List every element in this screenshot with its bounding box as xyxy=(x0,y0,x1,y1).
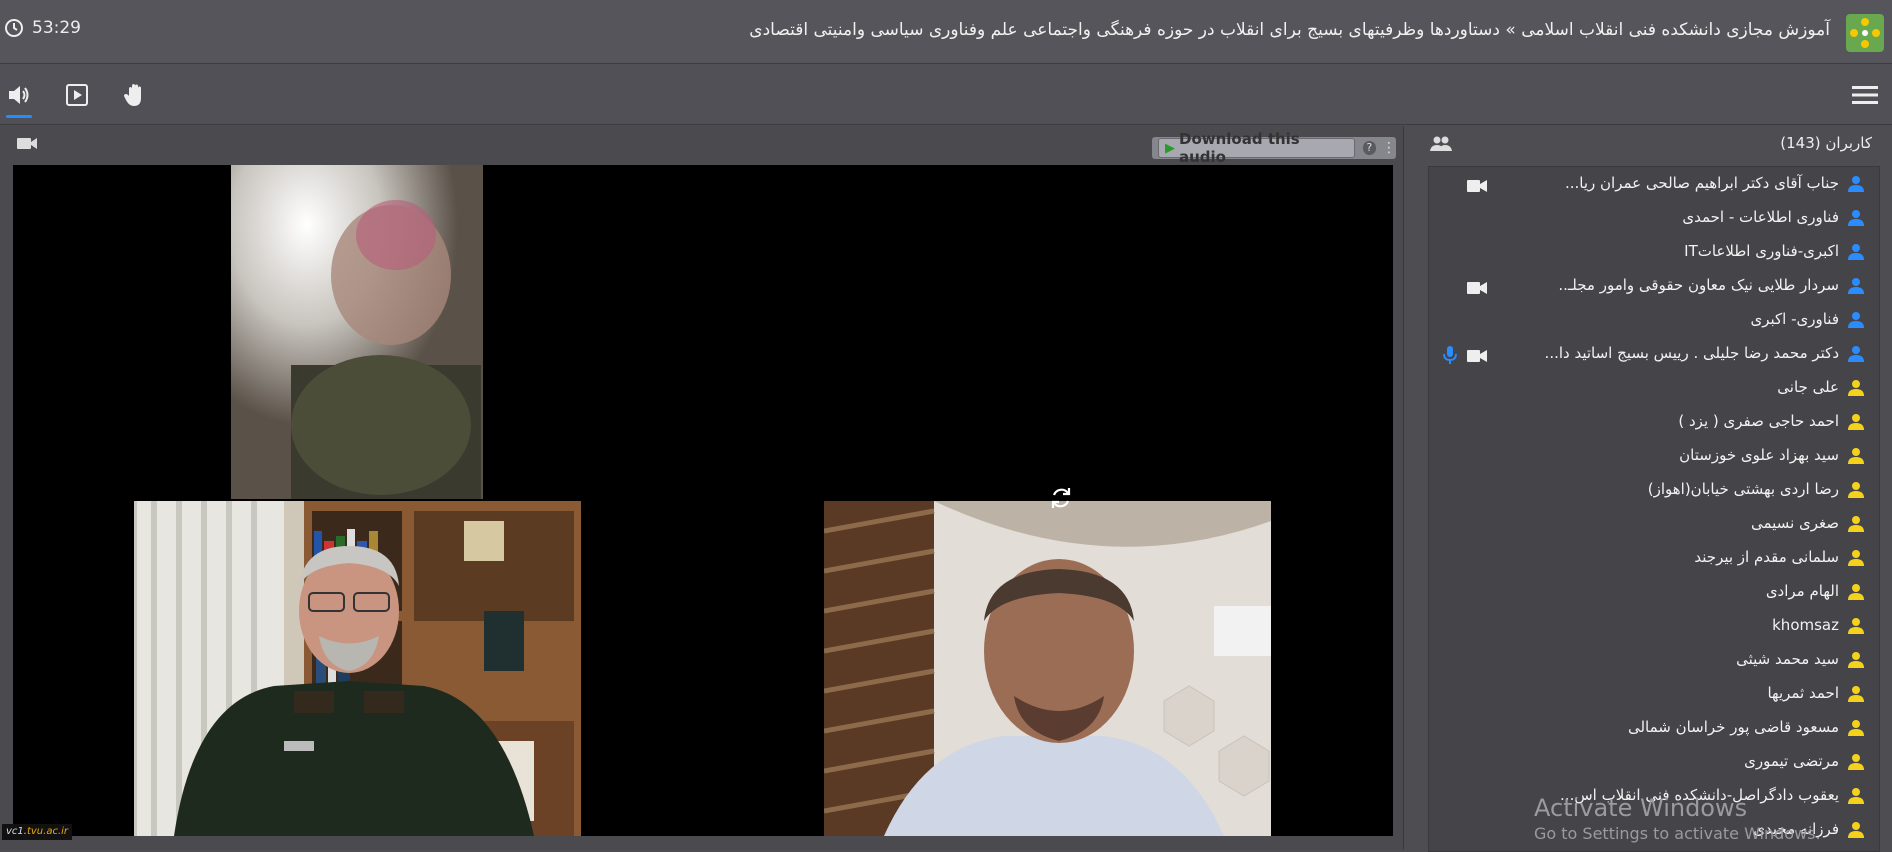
user-row[interactable]: فناوری- اکبری xyxy=(1429,303,1879,337)
user-row[interactable]: الهام مرادی xyxy=(1429,575,1879,609)
user-row[interactable]: سردار طلایی نیک معاون حقوقی وامور مجلـ.. xyxy=(1429,269,1879,303)
user-row[interactable]: اکبری-فناوری اطلاعاتIT xyxy=(1429,235,1879,269)
user-avatar-icon xyxy=(1847,787,1865,805)
user-name: khomsaz xyxy=(1772,616,1839,634)
user-avatar-icon xyxy=(1847,583,1865,601)
user-row[interactable]: مسعود قاضی پور خراسان شمالی xyxy=(1429,711,1879,745)
user-name: رضا اردی بهشتی خیابان(اهواز) xyxy=(1647,480,1839,498)
raise-hand-icon[interactable] xyxy=(120,80,150,110)
user-row[interactable]: khomsaz xyxy=(1429,609,1879,643)
user-row[interactable]: علی جانی xyxy=(1429,371,1879,405)
user-avatar-icon xyxy=(1847,821,1865,839)
user-avatar-icon xyxy=(1847,345,1865,363)
user-row[interactable]: رضا اردی بهشتی خیابان(اهواز) xyxy=(1429,473,1879,507)
user-row[interactable]: یعقوب دادگراصل-دانشکده فنی انقلاب اس... xyxy=(1429,779,1879,813)
user-avatar-icon xyxy=(1847,447,1865,465)
audio-download-bar: ▶ Download this audio ? ⋮ xyxy=(1152,130,1396,166)
user-name: اکبری-فناوری اطلاعاتIT xyxy=(1684,242,1839,260)
user-camera-icon[interactable] xyxy=(1467,280,1487,294)
video-feed-image xyxy=(231,165,483,499)
user-name: فناوری- اکبری xyxy=(1750,310,1839,328)
user-row[interactable]: سید محمد شیثی xyxy=(1429,643,1879,677)
user-name: سید محمد شیثی xyxy=(1736,650,1839,668)
user-row[interactable]: احمد ثمریها xyxy=(1429,677,1879,711)
site-watermark: vc1.tvu.ac.ir xyxy=(2,824,73,840)
speaker-icon[interactable] xyxy=(4,80,34,118)
refresh-icon[interactable] xyxy=(1048,485,1074,511)
user-avatar-icon xyxy=(1847,753,1865,771)
video-tile-right[interactable] xyxy=(824,501,1271,836)
video-tile-left[interactable] xyxy=(134,501,581,836)
user-row[interactable]: جناب آقای دکتر ابراهیم صالحی عمران ریا..… xyxy=(1429,167,1879,201)
user-row[interactable]: مرتضی تیموری xyxy=(1429,745,1879,779)
user-name: الهام مرادی xyxy=(1765,582,1839,600)
user-avatar-icon xyxy=(1847,651,1865,669)
watermark-domain: tvu.ac.ir xyxy=(26,826,69,837)
user-row[interactable]: فناوری اطلاعات - احمدی xyxy=(1429,201,1879,235)
toolbar xyxy=(0,64,1892,125)
user-name: مسعود قاضی پور خراسان شمالی xyxy=(1627,718,1839,736)
session-timer: 53:29 xyxy=(4,18,81,38)
user-row[interactable]: فرزانه مجیدی xyxy=(1429,813,1879,847)
hamburger-menu-icon[interactable] xyxy=(1852,84,1878,106)
user-avatar-icon xyxy=(1847,413,1865,431)
user-camera-icon[interactable] xyxy=(1467,348,1487,362)
user-name: یعقوب دادگراصل-دانشکده فنی انقلاب اس... xyxy=(1560,786,1839,804)
user-name: احمد ثمریها xyxy=(1767,684,1839,702)
download-audio-label: Download this audio xyxy=(1179,130,1300,166)
user-name: مرتضی تیموری xyxy=(1744,752,1839,770)
download-audio-button[interactable]: ▶ Download this audio xyxy=(1158,130,1355,166)
user-avatar-icon xyxy=(1847,515,1865,533)
watermark-prefix: vc1. xyxy=(6,826,27,837)
video-feed-image xyxy=(134,501,581,836)
user-microphone-icon[interactable] xyxy=(1443,346,1457,364)
user-row[interactable]: دکتر محمد رضا جلیلی . رییس بسیج اساتید د… xyxy=(1429,337,1879,371)
user-row[interactable]: سلمانی مقدم از بیرجند xyxy=(1429,541,1879,575)
user-name: علی جانی xyxy=(1777,378,1839,396)
user-avatar-icon xyxy=(1847,311,1865,329)
users-panel: کاربران (143) جناب آقای دکتر ابراهیم صال… xyxy=(1414,126,1892,852)
user-name: سلمانی مقدم از بیرجند xyxy=(1694,548,1839,566)
user-avatar-icon xyxy=(1847,549,1865,567)
more-options-icon[interactable]: ⋮ xyxy=(1382,141,1396,155)
user-name: سید بهزاد علوی خوزستان xyxy=(1679,446,1839,464)
video-feed-image xyxy=(824,501,1271,836)
meeting-title: آموزش مجازی دانشکده فنی انقلاب اسلامی » … xyxy=(749,20,1830,40)
title-bar: آموزش مجازی دانشکده فنی انقلاب اسلامی » … xyxy=(0,0,1892,64)
user-name: صغری نسیمی xyxy=(1750,514,1839,532)
help-icon[interactable]: ? xyxy=(1362,141,1376,155)
video-tile-top[interactable] xyxy=(231,165,483,499)
user-name: احمد حاجی صفری ( یزد ) xyxy=(1678,412,1839,430)
video-camera-icon[interactable] xyxy=(16,135,38,151)
user-avatar-icon xyxy=(1847,481,1865,499)
user-name: جناب آقای دکتر ابراهیم صالحی عمران ریا..… xyxy=(1564,174,1839,192)
user-name: فناوری اطلاعات - احمدی xyxy=(1682,208,1839,226)
media-player-icon[interactable] xyxy=(62,80,92,110)
user-name: فرزانه مجیدی xyxy=(1753,820,1839,838)
user-avatar-icon xyxy=(1847,243,1865,261)
users-group-icon[interactable] xyxy=(1430,135,1452,153)
user-avatar-icon xyxy=(1847,719,1865,737)
users-title: کاربران (143) xyxy=(1780,134,1872,152)
user-avatar-icon xyxy=(1847,379,1865,397)
user-avatar-icon xyxy=(1847,209,1865,227)
user-avatar-icon xyxy=(1847,277,1865,295)
user-row[interactable]: سید بهزاد علوی خوزستان xyxy=(1429,439,1879,473)
user-avatar-icon xyxy=(1847,175,1865,193)
user-name: دکتر محمد رضا جلیلی . رییس بسیج اساتید د… xyxy=(1544,344,1839,362)
user-list: جناب آقای دکتر ابراهیم صالحی عمران ریا..… xyxy=(1428,166,1880,852)
app-logo-icon xyxy=(1846,14,1884,52)
user-name: سردار طلایی نیک معاون حقوقی وامور مجلـ.. xyxy=(1558,276,1839,294)
user-avatar-icon xyxy=(1847,685,1865,703)
user-row[interactable]: احمد حاجی صفری ( یزد ) xyxy=(1429,405,1879,439)
play-icon: ▶ xyxy=(1165,140,1175,156)
timer-text: 53:29 xyxy=(32,18,81,38)
users-header: کاربران (143) xyxy=(1414,126,1892,160)
user-row[interactable]: صغری نسیمی xyxy=(1429,507,1879,541)
user-camera-icon[interactable] xyxy=(1467,178,1487,192)
video-stage xyxy=(13,165,1393,836)
user-avatar-icon xyxy=(1847,617,1865,635)
clock-icon xyxy=(5,19,23,37)
